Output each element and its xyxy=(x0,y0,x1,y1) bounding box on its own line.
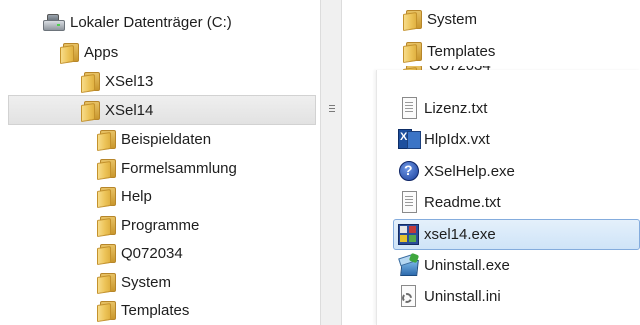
file-lizenz-txt[interactable]: Lizenz.txt xyxy=(400,95,487,121)
list-item-label: Templates xyxy=(427,42,496,60)
tree-item-label: Lokaler Datenträger (C:) xyxy=(70,13,232,31)
tree-item-beispieldaten[interactable]: Beispieldaten xyxy=(97,126,211,152)
list-item-folder-templates[interactable]: Templates xyxy=(403,38,495,64)
tree-item-drive-c[interactable]: Lokaler Datenträger (C:) xyxy=(42,9,232,35)
folder-icon xyxy=(97,186,116,208)
folder-icon xyxy=(97,158,116,180)
xsel-app-icon xyxy=(398,223,420,245)
hard-drive-icon xyxy=(42,13,65,31)
list-item-label: System xyxy=(427,10,478,28)
list-item-folder-system[interactable]: System xyxy=(403,6,477,32)
text-file-icon xyxy=(400,191,418,213)
tree-item-label: System xyxy=(121,273,172,291)
tree-item-label: Help xyxy=(121,187,152,205)
tree-item-label: Apps xyxy=(84,43,119,61)
folder-icon xyxy=(81,71,100,93)
tree-item-label: Templates xyxy=(121,301,190,319)
tree-item-templates[interactable]: Templates xyxy=(97,297,189,323)
folder-icon xyxy=(97,215,116,237)
file-xselhelp-exe[interactable]: ? XSelHelp.exe xyxy=(398,158,515,184)
uninstall-icon xyxy=(398,252,420,276)
tree-item-label: Q072034 xyxy=(121,244,183,262)
file-hlpidx-vxt[interactable]: X HlpIdx.vxt xyxy=(398,126,490,152)
tree-item-label: XSel13 xyxy=(105,72,154,90)
tree-item-programme[interactable]: Programme xyxy=(97,212,199,238)
tree-item-label: Programme xyxy=(121,216,200,234)
tree-item-system[interactable]: System xyxy=(97,269,171,295)
tree-item-formelsammlung[interactable]: Formelsammlung xyxy=(97,155,237,181)
file-xsel14-exe[interactable]: xsel14.exe xyxy=(398,221,496,247)
tree-selection-highlight xyxy=(8,95,316,125)
file-label: HlpIdx.vxt xyxy=(424,130,490,148)
file-label: Lizenz.txt xyxy=(424,99,488,117)
tree-item-label: XSel14 xyxy=(105,101,154,119)
tree-item-q072034[interactable]: Q072034 xyxy=(97,240,183,266)
tree-item-xsel14[interactable]: XSel14 xyxy=(81,97,153,123)
folder-icon xyxy=(403,9,422,31)
file-uninstall-exe[interactable]: Uninstall.exe xyxy=(398,252,510,278)
text-file-icon xyxy=(400,97,418,119)
file-label: Uninstall.ini xyxy=(424,287,501,305)
folder-icon xyxy=(60,42,79,64)
pane-splitter[interactable] xyxy=(320,0,342,325)
file-label: Readme.txt xyxy=(424,193,501,211)
tree-item-xsel13[interactable]: XSel13 xyxy=(81,68,153,94)
file-label: Uninstall.exe xyxy=(424,256,510,274)
splitter-grip-icon[interactable] xyxy=(329,105,335,112)
help-exe-icon: ? xyxy=(398,160,420,182)
tree-item-label: Beispieldaten xyxy=(121,130,212,148)
folder-icon xyxy=(97,243,116,265)
file-label: xsel14.exe xyxy=(424,225,496,243)
tree-item-label: Formelsammlung xyxy=(121,159,237,177)
tree-item-apps[interactable]: Apps xyxy=(60,39,118,65)
file-label: XSelHelp.exe xyxy=(424,162,515,180)
folder-tree-pane: Lokaler Datenträger (C:) Apps XSel13 XSe… xyxy=(0,0,320,325)
vxt-file-icon: X xyxy=(398,128,421,150)
folder-icon xyxy=(81,100,100,122)
file-uninstall-ini[interactable]: Uninstall.ini xyxy=(399,283,501,309)
folder-icon xyxy=(403,41,422,63)
folder-icon xyxy=(97,129,116,151)
folder-icon xyxy=(97,272,116,294)
folder-icon xyxy=(97,300,116,322)
tree-item-help[interactable]: Help xyxy=(97,183,152,209)
ini-file-icon xyxy=(399,285,419,307)
file-readme-txt[interactable]: Readme.txt xyxy=(400,189,501,215)
